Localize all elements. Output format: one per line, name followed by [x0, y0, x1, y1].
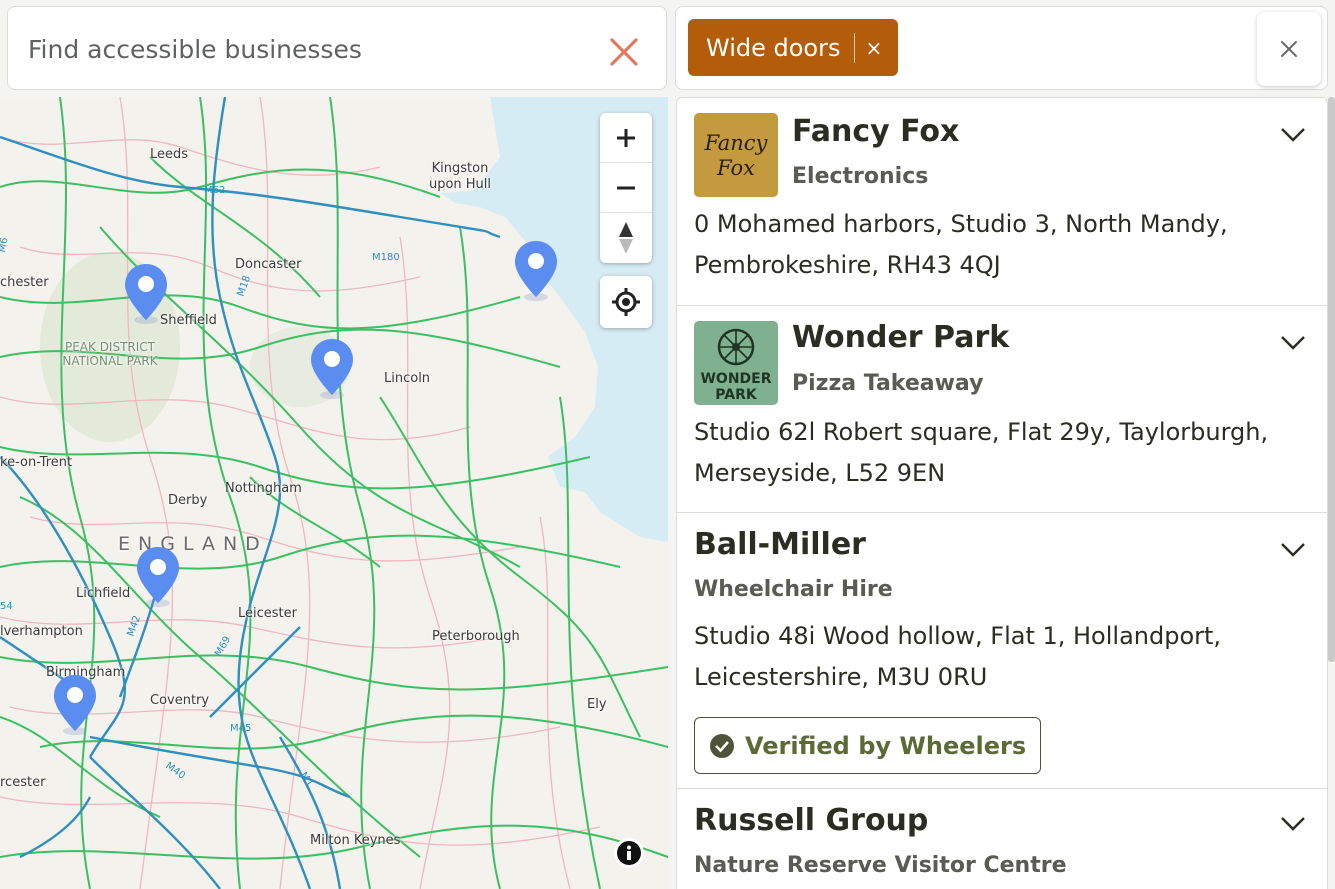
map-pin-icon[interactable]: [135, 545, 181, 607]
map-pin-icon[interactable]: [309, 337, 355, 399]
clear-search-icon[interactable]: [606, 34, 642, 70]
svg-text:Fox: Fox: [716, 156, 755, 180]
business-name: Ball-Miller: [694, 527, 866, 562]
business-name: Fancy Fox: [792, 114, 960, 149]
business-address: 0 Mohamed harbors, Studio 3, North Mandy…: [694, 210, 1228, 279]
filter-chip-wide-doors[interactable]: Wide doors ×: [688, 19, 899, 76]
map-zoom-controls: [600, 113, 652, 263]
map-label-milton-keynes: Milton Keynes: [310, 833, 401, 848]
map-label-lincoln: Lincoln: [384, 371, 431, 386]
attribution-info-button[interactable]: [614, 838, 644, 868]
locate-me-button[interactable]: [600, 276, 652, 328]
filter-chip-label: Wide doors: [706, 33, 841, 62]
road-label-m45: M45: [230, 723, 251, 734]
map-label-stoke: ke-on-Trent: [0, 455, 73, 470]
road-label-m62: M62: [204, 185, 225, 196]
svg-text:Fancy: Fancy: [704, 131, 769, 155]
compass-icon: [619, 222, 633, 254]
business-name: Wonder Park: [792, 320, 1010, 355]
zoom-in-button[interactable]: [600, 113, 652, 163]
map-label-chester: chester: [0, 275, 49, 290]
map-label-kingston: Kingston upon Hull: [428, 161, 492, 192]
clear-filters-button[interactable]: [1257, 12, 1321, 86]
verified-badge-label: Verified by Wheelers: [745, 731, 1027, 760]
map-label-doncaster: Doncaster: [235, 257, 302, 272]
search-input[interactable]: [28, 27, 588, 71]
map-label-lichfield: Lichfield: [76, 586, 131, 601]
business-category: Nature Reserve Visitor Centre: [694, 853, 1067, 878]
road-label-m180: M180: [372, 252, 400, 263]
road-label-m42: M42: [125, 614, 143, 638]
map-pin-icon[interactable]: [52, 673, 98, 735]
map-pin-icon[interactable]: [123, 262, 169, 324]
map-label-worcester: rcester: [0, 775, 46, 790]
business-logo: WONDER PARK: [694, 321, 778, 405]
business-address: Studio 62l Robert square, Flat 29y, Tayl…: [694, 418, 1269, 487]
map-label-peterborough: Peterborough: [432, 629, 520, 644]
chevron-down-icon[interactable]: [1279, 541, 1307, 559]
result-card-wonder-park[interactable]: WONDER PARK Wonder Park Pizza Takeaway S…: [677, 306, 1327, 513]
map-label-coventry: Coventry: [150, 693, 210, 708]
active-filters-bar: Wide doors ×: [675, 6, 1328, 90]
business-category: Electronics: [792, 164, 929, 189]
compass-button[interactable]: [600, 213, 652, 263]
svg-text:WONDER: WONDER: [700, 371, 771, 387]
map-label-wolverhampton: lverhampton: [0, 624, 83, 639]
map-label-leeds: Leeds: [150, 147, 189, 162]
result-card-russell-group[interactable]: Russell Group Nature Reserve Visitor Cen…: [677, 789, 1327, 889]
road-label-m40: M40: [163, 760, 187, 781]
map-pin-icon[interactable]: [513, 239, 559, 301]
search-box: [7, 6, 667, 90]
results-scrollbar[interactable]: [1328, 97, 1335, 662]
check-circle-icon: [710, 733, 734, 758]
fancy-fox-logo: Fancy Fox: [694, 113, 778, 197]
plus-icon: [617, 128, 635, 147]
result-card-ball-miller[interactable]: Ball-Miller Wheelchair Hire Studio 48i W…: [677, 513, 1327, 789]
business-category: Pizza Takeaway: [792, 371, 984, 396]
business-address: Studio 48i Wood hollow, Flat 1, Hollandp…: [694, 622, 1222, 691]
zoom-out-button[interactable]: [600, 163, 652, 213]
map[interactable]: M62 M180 M18 M42 M69 M45 M40 M1 M6 54 Le…: [0, 97, 668, 889]
road-label-m6: M6: [0, 237, 11, 254]
map-label-ely: Ely: [587, 697, 607, 712]
business-logo: Fancy Fox: [694, 113, 778, 197]
map-label-derby: Derby: [168, 493, 208, 508]
chip-divider: [854, 32, 856, 63]
business-category: Wheelchair Hire: [694, 577, 893, 602]
close-icon: [1281, 41, 1297, 57]
crosshair-icon: [612, 288, 640, 316]
map-label-nottingham: Nottingham: [225, 481, 302, 496]
svg-text:PARK: PARK: [715, 387, 758, 403]
map-label-peak-district: PEAK DISTRICT NATIONAL PARK: [62, 340, 158, 368]
chevron-down-icon[interactable]: [1279, 334, 1307, 352]
result-card-fancy-fox[interactable]: Fancy Fox Fancy Fox Electronics 0 Mohame…: [677, 98, 1327, 306]
map-label-leicester: Leicester: [238, 606, 297, 621]
results-list: Fancy Fox Fancy Fox Electronics 0 Mohame…: [676, 97, 1328, 889]
wonder-park-logo: WONDER PARK: [694, 321, 778, 405]
road-label-a54: 54: [0, 601, 13, 612]
chevron-down-icon[interactable]: [1279, 815, 1307, 833]
minus-icon: [617, 186, 635, 189]
verified-badge: Verified by Wheelers: [694, 717, 1042, 774]
info-icon: [617, 841, 641, 865]
map-canvas: M62 M180 M18 M42 M69 M45 M40 M1 M6 54: [0, 97, 668, 889]
business-name: Russell Group: [694, 803, 929, 838]
chevron-down-icon[interactable]: [1279, 126, 1307, 144]
remove-filter-icon[interactable]: ×: [865, 36, 882, 60]
